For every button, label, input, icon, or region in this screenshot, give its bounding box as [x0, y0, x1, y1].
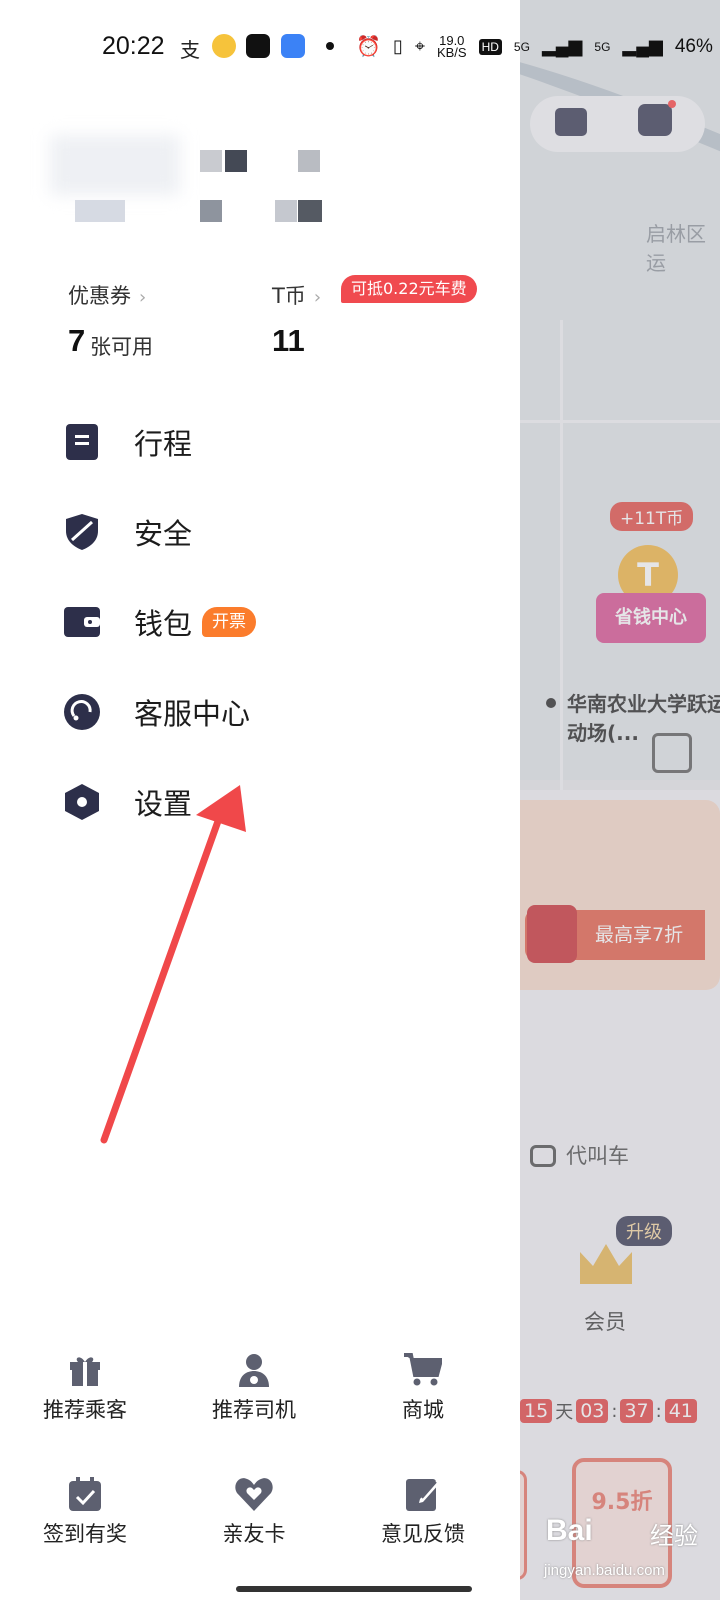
- alipay-icon: 支: [180, 38, 200, 62]
- name-blur-block: [298, 150, 320, 172]
- grid-item-refer-driver[interactable]: 推荐司机: [179, 1352, 329, 1432]
- wallet-icon: [62, 602, 102, 642]
- name-blur-block: [225, 150, 247, 172]
- side-drawer: 优惠券 › 7 张可用 T币 › 可抵0.22元车费 11 行程 安全 钱包 开票 …: [0, 0, 520, 1600]
- driver-icon: [234, 1352, 274, 1388]
- name-blur-block: [200, 150, 222, 172]
- tcoin-entry[interactable]: T币 ›: [272, 280, 321, 310]
- menu-label: 客服中心: [134, 697, 251, 731]
- vibrate-icon: ▯: [392, 36, 403, 56]
- grid-label: 亲友卡: [222, 1522, 286, 1546]
- watermark-brand: Bai: [546, 1514, 593, 1547]
- chevron-right-icon: ›: [313, 287, 322, 308]
- edit-note-icon: [403, 1476, 443, 1512]
- weibo-icon: [212, 34, 236, 58]
- avatar-blur: [50, 135, 180, 195]
- invoice-tag: 开票: [202, 607, 257, 637]
- id-blur-block: [200, 200, 222, 222]
- grid-label: 商城: [402, 1398, 444, 1422]
- grid-item-checkin[interactable]: 签到有奖: [10, 1476, 160, 1556]
- signal-bars-icon: ▂▄▆: [622, 36, 663, 56]
- itinerary-icon: [62, 422, 102, 462]
- app-notification-icon: [281, 34, 305, 58]
- menu-label: 设置: [134, 787, 193, 821]
- status-time: 20:22: [102, 32, 165, 60]
- tiktok-icon: [246, 34, 270, 58]
- menu-label: 行程: [134, 427, 193, 461]
- calendar-check-icon: [65, 1476, 105, 1512]
- net-speed: 19.0 KB/S: [436, 32, 467, 60]
- menu-item-settings[interactable]: 设置: [62, 774, 462, 830]
- id-blur-block: [275, 200, 297, 222]
- tcoin-value: 11: [272, 323, 305, 358]
- hd-icon: HD: [478, 38, 502, 55]
- menu-label: 钱包: [134, 607, 193, 641]
- coupon-count: 7: [68, 323, 86, 358]
- grid-item-feedback[interactable]: 意见反馈: [348, 1476, 498, 1556]
- location-icon: ⌖: [414, 36, 425, 56]
- shield-icon: [62, 512, 102, 552]
- settings-hexagon-icon: [62, 782, 102, 822]
- grid-label: 签到有奖: [43, 1522, 127, 1546]
- tcoin-title: T币: [272, 284, 306, 308]
- id-blur-block: [298, 200, 322, 222]
- gift-icon: [65, 1352, 105, 1388]
- signal-5g-1: 5G: [513, 39, 530, 54]
- baidu-jingyan-watermark: Bai 经验 jingyan.baidu.com: [540, 1506, 710, 1596]
- home-indicator[interactable]: [236, 1586, 472, 1592]
- more-notifications-icon: [326, 42, 334, 50]
- id-blur-block: [75, 200, 125, 222]
- grid-item-mall[interactable]: 商城: [348, 1352, 498, 1432]
- chevron-right-icon: ›: [139, 287, 147, 308]
- alarm-icon: ⏰: [356, 36, 381, 58]
- grid-label: 推荐司机: [212, 1398, 296, 1422]
- grid-label: 意见反馈: [381, 1522, 465, 1546]
- signal-bars-icon: ▂▄▆: [541, 36, 583, 56]
- status-bar: 20:22 支 ⏰ ▯ ⌖ 19.0 KB/S HD 5G ▂▄▆ 5G ▂▄▆…: [0, 0, 720, 92]
- watermark-url: jingyan.baidu.com: [544, 1562, 665, 1579]
- grid-item-refer-passenger[interactable]: 推荐乘客: [10, 1352, 160, 1432]
- grid-item-family-card[interactable]: 亲友卡: [179, 1476, 329, 1556]
- heart-card-icon: [234, 1476, 274, 1512]
- menu-label: 安全: [134, 517, 193, 551]
- tcoin-offset-badge: 可抵0.22元车费: [341, 275, 477, 303]
- coupon-unit: 张可用: [90, 335, 153, 359]
- menu-item-safety[interactable]: 安全: [62, 504, 462, 560]
- coupon-title: 优惠券: [68, 284, 131, 308]
- headset-icon: [62, 692, 102, 732]
- menu-item-customer-service[interactable]: 客服中心: [62, 684, 462, 740]
- menu-item-wallet[interactable]: 钱包 开票: [62, 594, 462, 650]
- battery-level: 46%: [674, 35, 713, 57]
- coupon-entry[interactable]: 优惠券 ›: [68, 280, 146, 310]
- menu-item-itinerary[interactable]: 行程: [62, 414, 462, 470]
- watermark-jingyan: 经验: [650, 1522, 698, 1550]
- signal-5g-2: 5G: [594, 39, 611, 54]
- cart-icon: [403, 1352, 443, 1388]
- status-right-group: ⏰ ▯ ⌖ 19.0 KB/S HD 5G ▂▄▆ 5G ▂▄▆ 46%: [356, 34, 713, 59]
- grid-label: 推荐乘客: [43, 1398, 127, 1422]
